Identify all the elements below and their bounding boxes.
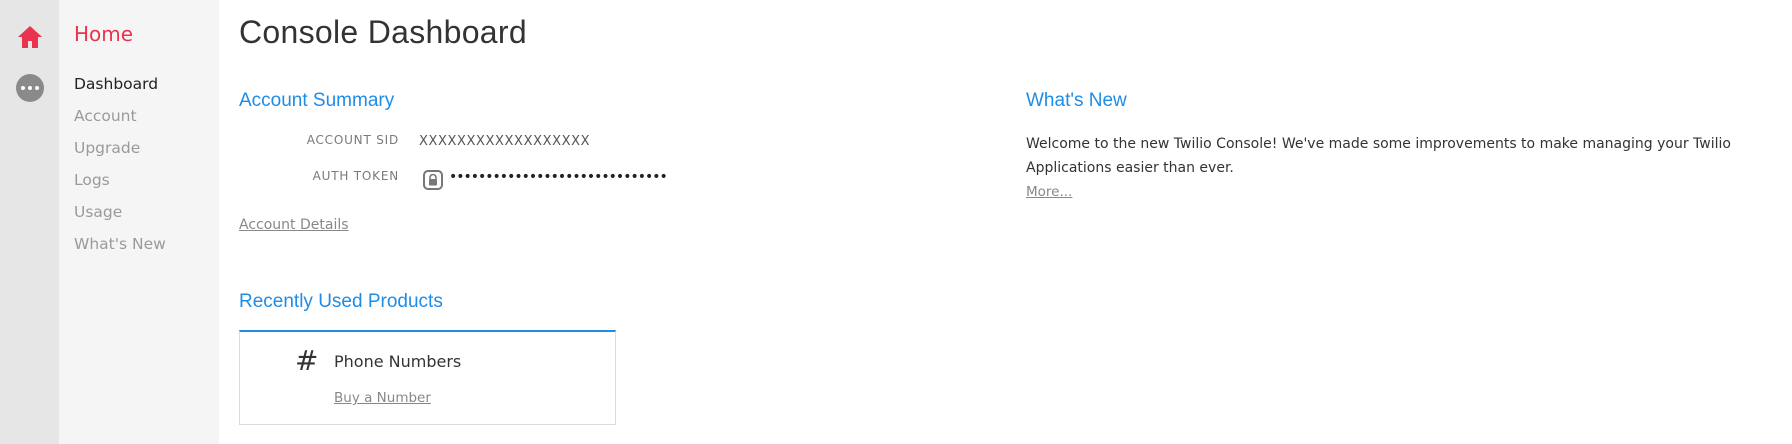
more-icon: [20, 86, 41, 90]
home-icon: [17, 26, 42, 48]
icon-rail: [0, 0, 59, 444]
lock-icon: [429, 174, 437, 186]
more-rail-button[interactable]: [16, 74, 44, 102]
whats-new-text: Welcome to the new Twilio Console! We've…: [1026, 132, 1792, 204]
subnav-item-whats-new[interactable]: What's New: [74, 234, 166, 266]
home-rail-button[interactable]: [0, 14, 59, 60]
whats-new-more-link[interactable]: More...: [1026, 184, 1072, 200]
page-title: Console Dashboard: [239, 14, 527, 50]
subnav-item-logs[interactable]: Logs: [74, 170, 166, 202]
product-card[interactable]: # Phone Numbers Buy a Number: [239, 330, 616, 425]
recent-products-heading: Recently Used Products: [239, 291, 443, 312]
main-content: Console Dashboard Account Summary ACCOUN…: [239, 0, 1792, 444]
account-summary-heading: Account Summary: [239, 90, 395, 111]
account-sid-value: XXXXXXXXXXXXXXXXXX: [419, 134, 591, 149]
sub-navigation: Home Dashboard Account Upgrade Logs Usag…: [59, 0, 219, 444]
whats-new-body: Welcome to the new Twilio Console! We've…: [1026, 136, 1731, 176]
reveal-token-button[interactable]: [423, 170, 443, 190]
auth-token-masked: ••••••••••••••••••••••••••••••: [449, 169, 668, 185]
subnav-item-account[interactable]: Account: [74, 106, 166, 138]
product-name[interactable]: Phone Numbers: [334, 352, 461, 371]
subnav-list: Dashboard Account Upgrade Logs Usage Wha…: [74, 74, 166, 266]
auth-token-label: AUTH TOKEN: [312, 169, 399, 183]
account-details-link[interactable]: Account Details: [239, 217, 349, 233]
subnav-item-dashboard[interactable]: Dashboard: [74, 74, 166, 106]
whats-new-heading: What's New: [1026, 90, 1127, 111]
subnav-home-title[interactable]: Home: [74, 22, 133, 46]
subnav-item-usage[interactable]: Usage: [74, 202, 166, 234]
account-sid-label: ACCOUNT SID: [306, 133, 399, 147]
hash-icon: #: [295, 344, 319, 377]
buy-number-link[interactable]: Buy a Number: [334, 390, 431, 406]
subnav-item-upgrade[interactable]: Upgrade: [74, 138, 166, 170]
